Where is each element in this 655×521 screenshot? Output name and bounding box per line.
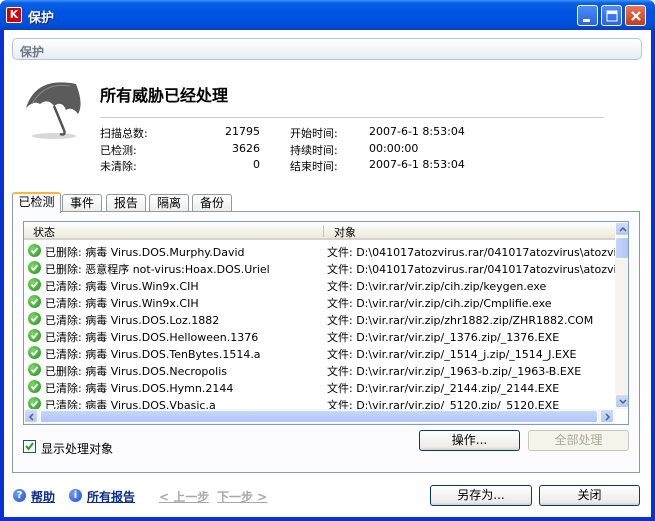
start-time-label: 开始时间: <box>290 127 338 140</box>
show-processed-checkbox[interactable] <box>23 440 36 453</box>
end-time-value: 2007-6-1 8:53:04 <box>369 158 465 171</box>
operations-button[interactable]: 操作... <box>419 430 520 451</box>
scroll-right-button[interactable] <box>600 409 614 423</box>
table-row[interactable]: 已删除: 病毒 Virus.DOS.Necropolis 文件: D:\vir.r… <box>24 361 615 378</box>
chevron-up-icon <box>619 226 627 232</box>
dialog-body: 保护 所有威胁已经处理 扫描总数: 21795 已检测: 3626 未清除: 0… <box>4 30 651 517</box>
show-processed-label[interactable]: 显示处理对象 <box>41 440 113 457</box>
table-row[interactable]: 已清除: 病毒 Virus.Win9x.CIH 文件: D:\vir.rar/vi… <box>24 293 615 310</box>
vertical-scrollbar[interactable] <box>615 222 628 409</box>
stat-value-scanned: 21795 <box>225 125 260 138</box>
table-row[interactable]: 已清除: 病毒 Virus.DOS.Hymn.2144 文件: D:\vir.ra… <box>24 378 615 395</box>
maximize-icon <box>606 10 618 22</box>
row-object: 文件: D:\vir.rar/vir.zip/zhr1882.zip/ZHR18… <box>327 314 594 327</box>
row-object: 文件: D:\vir.rar/vir.zip/_1514_j.zip/_1514… <box>327 348 577 361</box>
row-object: 文件: D:\vir.rar/vir.zip/_1376.zip/_1376.E… <box>327 331 560 344</box>
row-status: 已清除: 病毒 Virus.DOS.Loz.1882 <box>45 314 220 327</box>
checkmark-icon <box>25 442 34 451</box>
scroll-left-button[interactable] <box>24 409 38 423</box>
help-icon: ? <box>13 489 26 502</box>
table-row[interactable]: 已清除: 病毒 Virus.DOS.Helloween.1376 文件: D:\v… <box>24 327 615 344</box>
vertical-scroll-thumb[interactable] <box>615 237 628 259</box>
horizontal-scroll-thumb[interactable] <box>40 410 598 423</box>
chevron-right-icon <box>605 413 611 421</box>
check-circle-icon <box>28 261 41 274</box>
list-header: 状态 对象 <box>24 222 615 240</box>
maximize-button[interactable] <box>601 5 622 26</box>
row-status: 已清除: 病毒 Virus.DOS.TenBytes.1514.a <box>45 348 261 361</box>
row-status: 已清除: 病毒 Virus.DOS.Helloween.1376 <box>45 331 259 344</box>
process-all-button[interactable]: 全部处理 <box>528 430 629 451</box>
duration-value: 00:00:00 <box>369 142 419 155</box>
row-status: 已清除: 病毒 Virus.Win9x.CIH <box>45 280 199 293</box>
detected-list[interactable]: 状态 对象 已删除: 病毒 Virus.DOS.Murphy.David 文件: … <box>23 221 629 425</box>
kaspersky-k-icon: K <box>6 7 22 23</box>
row-object: 文件: D:\041017atozvirus.rar/041017atozvir… <box>327 246 615 259</box>
row-status: 已删除: 病毒 Virus.DOS.Murphy.David <box>45 246 245 259</box>
tab-quarantine[interactable]: 隔离 <box>149 194 189 212</box>
save-as-button[interactable]: 另存为... <box>430 485 532 506</box>
back-link[interactable]: < 上一步 <box>159 488 209 505</box>
breadcrumb-label: 保护 <box>20 45 45 59</box>
row-object: 文件: D:\vir.rar/vir.zip/cih.zip/Cmplifie.… <box>327 297 552 310</box>
scroll-down-button[interactable] <box>615 394 628 408</box>
row-object: 文件: D:\041017atozvirus.rar/041017atozvir… <box>327 263 615 276</box>
check-circle-icon <box>28 329 41 342</box>
end-time-label: 结束时间: <box>290 160 338 173</box>
column-header-object[interactable]: 对象 <box>334 224 356 240</box>
scroll-up-button[interactable] <box>615 222 628 236</box>
row-status: 已删除: 恶意程序 not-virus:Hoax.DOS.Uriel <box>45 263 270 276</box>
check-circle-icon <box>28 363 41 376</box>
chevron-down-icon <box>619 399 627 405</box>
row-status: 已清除: 病毒 Virus.DOS.Hymn.2144 <box>45 382 234 395</box>
stat-value-not-cleaned: 0 <box>253 158 260 171</box>
tab-events[interactable]: 事件 <box>62 194 102 212</box>
table-row[interactable]: 已清除: 病毒 Virus.DOS.Loz.1882 文件: D:\vir.rar… <box>24 310 615 327</box>
minimize-button[interactable] <box>577 5 598 26</box>
tab-reports[interactable]: 报告 <box>106 194 146 212</box>
row-object: 文件: D:\vir.rar/vir.zip/_1963-b.zip/_1963… <box>327 365 582 378</box>
next-link[interactable]: 下一步 > <box>217 488 267 505</box>
row-object: 文件: D:\vir.rar/vir.zip/_2144.zip/_2144.E… <box>327 382 560 395</box>
list-rows: 已删除: 病毒 Virus.DOS.Murphy.David 文件: D:\041… <box>24 242 615 412</box>
header-divider <box>100 117 604 118</box>
minimize-icon <box>583 19 590 22</box>
column-header-status[interactable]: 状态 <box>33 224 55 240</box>
row-status: 已清除: 病毒 Virus.Win9x.CIH <box>45 297 199 310</box>
tab-panel-detected: 状态 对象 已删除: 病毒 Virus.DOS.Murphy.David 文件: … <box>12 211 640 473</box>
close-button[interactable]: 关闭 <box>539 485 640 506</box>
tab-backup[interactable]: 备份 <box>192 194 232 212</box>
table-row[interactable]: 已删除: 病毒 Virus.DOS.Murphy.David 文件: D:\041… <box>24 242 615 259</box>
row-object: 文件: D:\vir.rar/vir.zip/cih.zip/keygen.ex… <box>327 280 547 293</box>
info-icon: i <box>69 489 82 502</box>
help-link[interactable]: 帮助 <box>31 488 55 505</box>
window-title: 保护 <box>28 11 55 26</box>
check-circle-icon <box>28 312 41 325</box>
close-window-button[interactable] <box>625 5 646 26</box>
page-title: 所有威胁已经处理 <box>100 86 229 105</box>
check-circle-icon <box>28 346 41 359</box>
tab-detected[interactable]: 已检测 <box>12 192 61 213</box>
table-row[interactable]: 已删除: 恶意程序 not-virus:Hoax.DOS.Uriel 文件: D:… <box>24 259 615 276</box>
duration-label: 持续时间: <box>290 144 338 157</box>
table-row[interactable]: 已清除: 病毒 Virus.DOS.TenBytes.1514.a 文件: D:\… <box>24 344 615 361</box>
table-row[interactable]: 已清除: 病毒 Virus.Win9x.CIH 文件: D:\vir.rar/vi… <box>24 276 615 293</box>
close-icon <box>631 11 641 21</box>
window-frame: K 保护 保护 所有威胁已经处理 扫描总数: 21795 已检测: 3626 未… <box>0 0 655 521</box>
check-circle-icon <box>28 380 41 393</box>
check-circle-icon <box>28 244 41 257</box>
stat-value-detected: 3626 <box>232 142 260 155</box>
chevron-left-icon <box>28 413 34 421</box>
column-separator[interactable] <box>323 225 324 237</box>
start-time-value: 2007-6-1 8:53:04 <box>369 125 465 138</box>
check-circle-icon <box>28 295 41 308</box>
check-circle-icon <box>28 278 41 291</box>
title-bar[interactable]: K 保护 <box>0 0 655 30</box>
all-reports-link[interactable]: 所有报告 <box>87 488 135 505</box>
horizontal-scrollbar[interactable] <box>24 409 615 424</box>
umbrella-protection-icon <box>26 82 81 139</box>
breadcrumb: 保护 <box>12 38 642 60</box>
row-status: 已删除: 病毒 Virus.DOS.Necropolis <box>45 365 227 378</box>
